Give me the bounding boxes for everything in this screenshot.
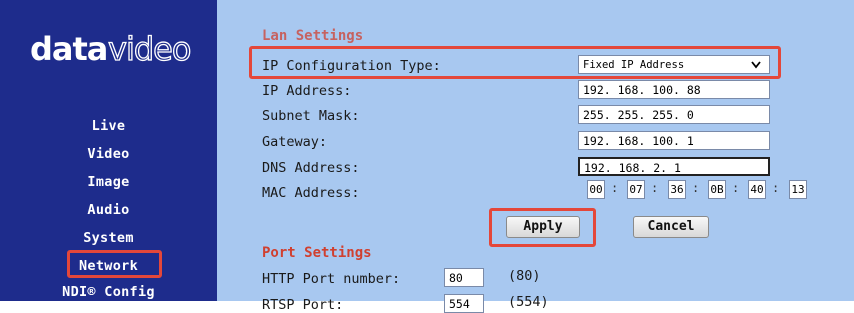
network-highlight bbox=[67, 250, 162, 278]
mac-separator: : bbox=[692, 181, 700, 195]
datavideo-logo: data video bbox=[30, 29, 192, 68]
rtsp-port-default: (554) bbox=[508, 294, 549, 310]
ip-config-highlight bbox=[249, 46, 781, 79]
mac-octet-4[interactable]: 0B bbox=[708, 180, 726, 199]
subnet-mask-input[interactable]: 255. 255. 255. 0 bbox=[578, 105, 770, 124]
http-port-label: HTTP Port number: bbox=[262, 271, 401, 287]
mac-octet-2[interactable]: 07 bbox=[627, 180, 645, 199]
logo-suffix: video bbox=[108, 30, 190, 68]
nav-item-ndi-config[interactable]: NDI® Config bbox=[0, 284, 217, 300]
cancel-button[interactable]: Cancel bbox=[633, 216, 709, 238]
rtsp-port-input[interactable]: 554 bbox=[444, 294, 484, 313]
dns-address-label: DNS Address: bbox=[262, 160, 360, 176]
subnet-mask-label: Subnet Mask: bbox=[262, 108, 360, 124]
nav-item-live[interactable]: Live bbox=[0, 118, 217, 134]
mac-octet-3[interactable]: 36 bbox=[668, 180, 686, 199]
nav-item-system[interactable]: System bbox=[0, 230, 217, 246]
rtsp-port-label: RTSP Port: bbox=[262, 297, 344, 313]
nav-item-audio[interactable]: Audio bbox=[0, 202, 217, 218]
http-port-default: (80) bbox=[508, 268, 541, 284]
mac-separator: : bbox=[772, 181, 780, 195]
nav-item-image[interactable]: Image bbox=[0, 174, 217, 190]
ip-address-label: IP Address: bbox=[262, 83, 352, 99]
dns-address-input[interactable]: 192. 168. 2. 1 bbox=[578, 157, 770, 176]
lan-settings-title: Lan Settings bbox=[262, 28, 364, 44]
mac-octet-5[interactable]: 40 bbox=[748, 180, 766, 199]
mac-separator: : bbox=[732, 181, 740, 195]
mac-octet-1[interactable]: 00 bbox=[587, 180, 605, 199]
gateway-label: Gateway: bbox=[262, 134, 328, 150]
nav-item-video[interactable]: Video bbox=[0, 146, 217, 162]
logo-prefix: data bbox=[30, 30, 107, 68]
mac-address-label: MAC Address: bbox=[262, 185, 360, 201]
http-port-input[interactable]: 80 bbox=[444, 268, 484, 287]
apply-highlight bbox=[489, 208, 596, 247]
mac-octet-6[interactable]: 13 bbox=[789, 180, 807, 199]
ip-address-input[interactable]: 192. 168. 100. 88 bbox=[578, 80, 770, 99]
mac-separator: : bbox=[611, 181, 619, 195]
gateway-input[interactable]: 192. 168. 100. 1 bbox=[578, 131, 770, 150]
port-settings-title: Port Settings bbox=[262, 245, 372, 261]
mac-separator: : bbox=[651, 181, 659, 195]
